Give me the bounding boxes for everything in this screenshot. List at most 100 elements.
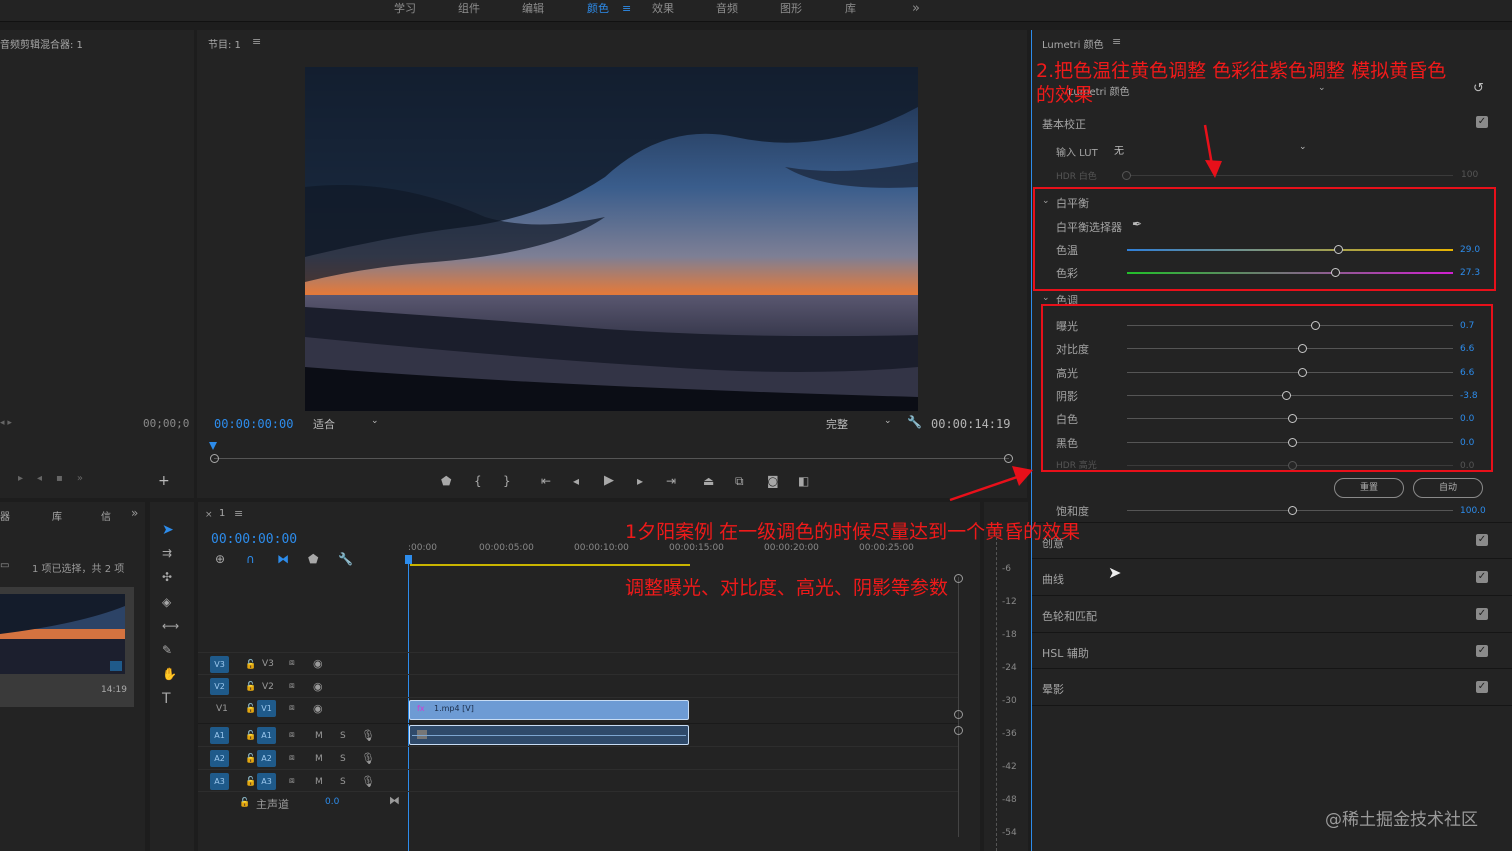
program-monitor-title[interactable]: 节目: 1 bbox=[208, 36, 241, 51]
project-tab-2[interactable]: 信 bbox=[101, 508, 111, 523]
project-tab-1[interactable]: 库 bbox=[52, 508, 62, 523]
timeline-timecode[interactable]: 00:00:00:00 bbox=[211, 532, 297, 547]
panel-menu-icon[interactable]: ≡ bbox=[1112, 35, 1121, 48]
mixer-transport-icons[interactable]: ▸◂▪» bbox=[18, 473, 168, 487]
lift-icon[interactable]: ⏏ bbox=[703, 474, 714, 488]
microphone-icon[interactable]: 🎙 bbox=[361, 775, 375, 788]
eye-icon[interactable]: ◉ bbox=[313, 702, 323, 715]
solo-button[interactable]: S bbox=[340, 777, 346, 787]
eye-icon[interactable]: ◉ bbox=[313, 657, 323, 670]
more-icon[interactable]: » bbox=[131, 506, 138, 520]
wrench-icon[interactable]: 🔧 bbox=[338, 552, 353, 566]
sync-lock-icon[interactable]: ⧈ bbox=[289, 681, 295, 691]
tone-reset-button[interactable]: 重置 bbox=[1334, 478, 1404, 498]
sync-lock-icon[interactable]: ⧈ bbox=[289, 730, 295, 740]
quality-dropdown[interactable]: 完整 ⌄ bbox=[826, 416, 894, 432]
wrench-icon[interactable]: 🔧 bbox=[907, 415, 922, 429]
color-wheels-checkbox[interactable]: ✓ bbox=[1476, 608, 1488, 620]
track-name-a2[interactable]: A2 bbox=[257, 750, 276, 767]
lock-icon[interactable]: 🔓 bbox=[239, 798, 250, 808]
pen-tool-icon[interactable]: ✎ bbox=[162, 643, 172, 657]
lock-icon[interactable]: 🔓 bbox=[245, 777, 256, 787]
track-source-v3[interactable]: V3 bbox=[210, 656, 229, 673]
microphone-icon[interactable]: 🎙 bbox=[361, 752, 375, 765]
panel-menu-icon[interactable]: ≡ bbox=[234, 507, 243, 520]
workspace-more-icon[interactable]: » bbox=[912, 0, 920, 22]
reset-effect-icon[interactable]: ↺ bbox=[1473, 81, 1484, 96]
nest-icon[interactable]: ⊕ bbox=[215, 552, 225, 566]
fit-dropdown[interactable]: 适合 ⌄ bbox=[313, 416, 381, 432]
master-track-value[interactable]: 0.0 bbox=[325, 797, 339, 807]
program-video-frame[interactable] bbox=[305, 67, 918, 411]
scrubber-start-handle[interactable] bbox=[210, 454, 219, 463]
workspace-tab-audio[interactable]: 音频 bbox=[716, 0, 738, 22]
close-icon[interactable]: × bbox=[205, 510, 213, 520]
add-icon[interactable]: + bbox=[158, 473, 170, 489]
audio-mixer-title[interactable]: 音频剪辑混合器: 1 bbox=[0, 36, 83, 51]
saturation-knob[interactable] bbox=[1288, 506, 1298, 515]
hand-tool-icon[interactable]: ✋ bbox=[162, 667, 177, 681]
hdr-white-value[interactable]: 100 bbox=[1461, 170, 1478, 180]
track-source-a1[interactable]: A1 bbox=[210, 727, 229, 744]
lock-icon[interactable]: 🔓 bbox=[245, 731, 256, 741]
mark-out-icon[interactable]: } bbox=[503, 474, 511, 488]
tone-auto-button[interactable]: 自动 bbox=[1413, 478, 1483, 498]
razor-tool-icon[interactable]: ◈ bbox=[162, 595, 171, 609]
timeline-title[interactable]: 1 bbox=[219, 508, 225, 519]
track-name-a3[interactable]: A3 bbox=[257, 773, 276, 790]
creative-checkbox[interactable]: ✓ bbox=[1476, 534, 1488, 546]
workspace-tab-libraries[interactable]: 库 bbox=[845, 0, 856, 22]
workspace-tab-learn[interactable]: 学习 bbox=[394, 0, 416, 22]
project-tab-0[interactable]: 器 bbox=[0, 508, 10, 523]
scroll-handle[interactable] bbox=[954, 710, 963, 719]
lock-icon[interactable]: 🔓 bbox=[245, 754, 256, 764]
lumetri-title[interactable]: Lumetri 颜色 bbox=[1042, 36, 1104, 51]
workspace-tab-edit[interactable]: 编辑 bbox=[522, 0, 544, 22]
monitor-scrubber-track[interactable] bbox=[214, 458, 1009, 459]
track-name-v3[interactable]: V3 bbox=[262, 659, 274, 669]
workspace-menu-icon[interactable]: ≡ bbox=[622, 0, 631, 22]
microphone-icon[interactable]: 🎙 bbox=[361, 729, 375, 742]
workspace-tab-effects[interactable]: 效果 bbox=[652, 0, 674, 22]
mark-in-icon[interactable]: { bbox=[474, 474, 482, 488]
sync-lock-icon[interactable]: ⧈ bbox=[289, 658, 295, 668]
track-name-a1[interactable]: A1 bbox=[257, 727, 276, 744]
go-to-end-icon[interactable]: ⧓ bbox=[389, 794, 400, 807]
program-current-timecode[interactable]: 00:00:00:00 bbox=[214, 417, 293, 431]
step-back-icon[interactable]: ◂ bbox=[573, 474, 579, 488]
lock-icon[interactable]: 🔓 bbox=[245, 704, 256, 714]
track-source-a2[interactable]: A2 bbox=[210, 750, 229, 767]
saturation-value[interactable]: 100.0 bbox=[1460, 506, 1486, 516]
sync-lock-icon[interactable]: ⧈ bbox=[289, 776, 295, 786]
sync-lock-icon[interactable]: ⧈ bbox=[289, 753, 295, 763]
vignette-section-header[interactable]: 晕影 bbox=[1042, 681, 1064, 697]
track-name-v2[interactable]: V2 bbox=[262, 682, 274, 692]
playhead-marker[interactable] bbox=[209, 442, 217, 450]
workspace-tab-color[interactable]: 颜色 bbox=[587, 0, 609, 22]
play-icon[interactable]: ▶ bbox=[604, 473, 614, 488]
video-clip[interactable]: fx 1.mp4 [V] bbox=[409, 700, 689, 720]
mute-button[interactable]: M bbox=[315, 777, 323, 787]
color-wheels-section-header[interactable]: 色轮和匹配 bbox=[1042, 608, 1097, 624]
comparison-view-icon[interactable]: ◧ bbox=[798, 474, 809, 488]
selection-tool-icon[interactable]: ➤ bbox=[162, 522, 174, 538]
timeline-vertical-scrollbar[interactable] bbox=[958, 577, 959, 837]
curves-section-header[interactable]: 曲线 bbox=[1042, 571, 1064, 587]
work-area-bar[interactable] bbox=[410, 564, 690, 566]
curves-checkbox[interactable]: ✓ bbox=[1476, 571, 1488, 583]
scroll-handle[interactable] bbox=[954, 574, 963, 583]
track-source-v1[interactable]: V1 bbox=[216, 704, 228, 714]
hsl-secondary-checkbox[interactable]: ✓ bbox=[1476, 645, 1488, 657]
go-to-out-icon[interactable]: ⇥ bbox=[666, 474, 676, 488]
track-source-a3[interactable]: A3 bbox=[210, 773, 229, 790]
type-tool-icon[interactable]: T bbox=[162, 691, 171, 707]
lock-icon[interactable]: 🔓 bbox=[245, 682, 256, 692]
linked-selection-icon[interactable]: ⧓ bbox=[277, 552, 289, 566]
sync-lock-icon[interactable]: ⧈ bbox=[289, 703, 295, 713]
scroll-handle[interactable] bbox=[954, 726, 963, 735]
lock-icon[interactable]: 🔓 bbox=[245, 660, 256, 670]
folder-icon[interactable]: ▭ bbox=[0, 560, 9, 571]
solo-button[interactable]: S bbox=[340, 731, 346, 741]
mixer-nav-icon[interactable]: ◂ ▸ bbox=[0, 418, 12, 428]
add-marker-icon[interactable]: ⬟ bbox=[441, 474, 451, 488]
